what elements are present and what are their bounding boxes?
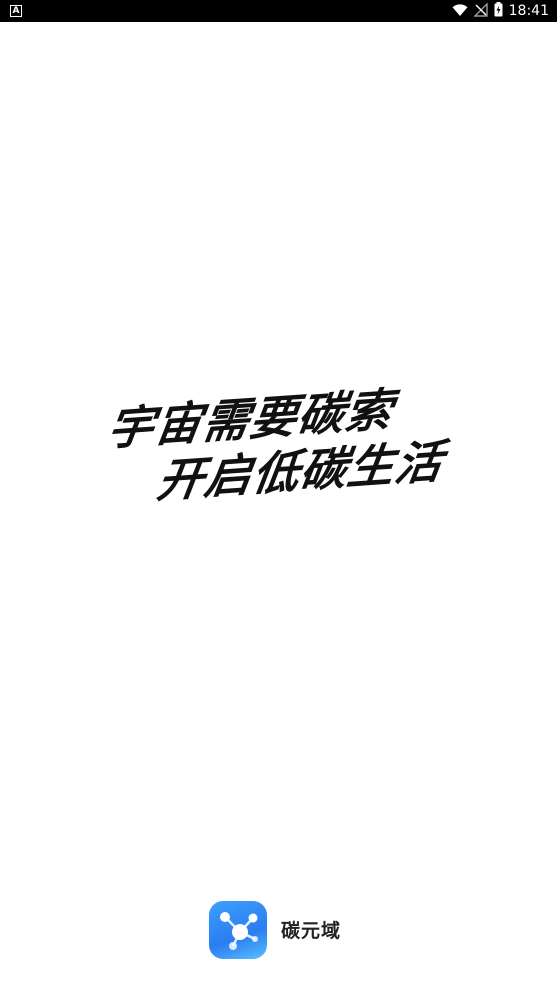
status-bar-right: 18:41 xyxy=(452,0,549,22)
status-bar: A 18:41 xyxy=(0,0,557,22)
slogan: 宇宙需要碳索 开启低碳生活 xyxy=(0,382,557,515)
app-logo xyxy=(209,901,267,959)
signal-off-icon xyxy=(472,1,488,21)
brand-name: 碳元域 xyxy=(281,920,342,942)
splash-screen: A 18:41 宇宙需要碳索 开启低碳生活 碳元域 xyxy=(0,0,557,991)
brand-footer: 碳元域 xyxy=(0,900,557,960)
accessibility-notification-icon: A xyxy=(10,5,22,17)
status-time: 18:41 xyxy=(508,3,549,19)
molecule-network-icon xyxy=(220,912,258,950)
battery-charging-icon xyxy=(494,1,503,21)
wifi-icon xyxy=(452,2,468,21)
